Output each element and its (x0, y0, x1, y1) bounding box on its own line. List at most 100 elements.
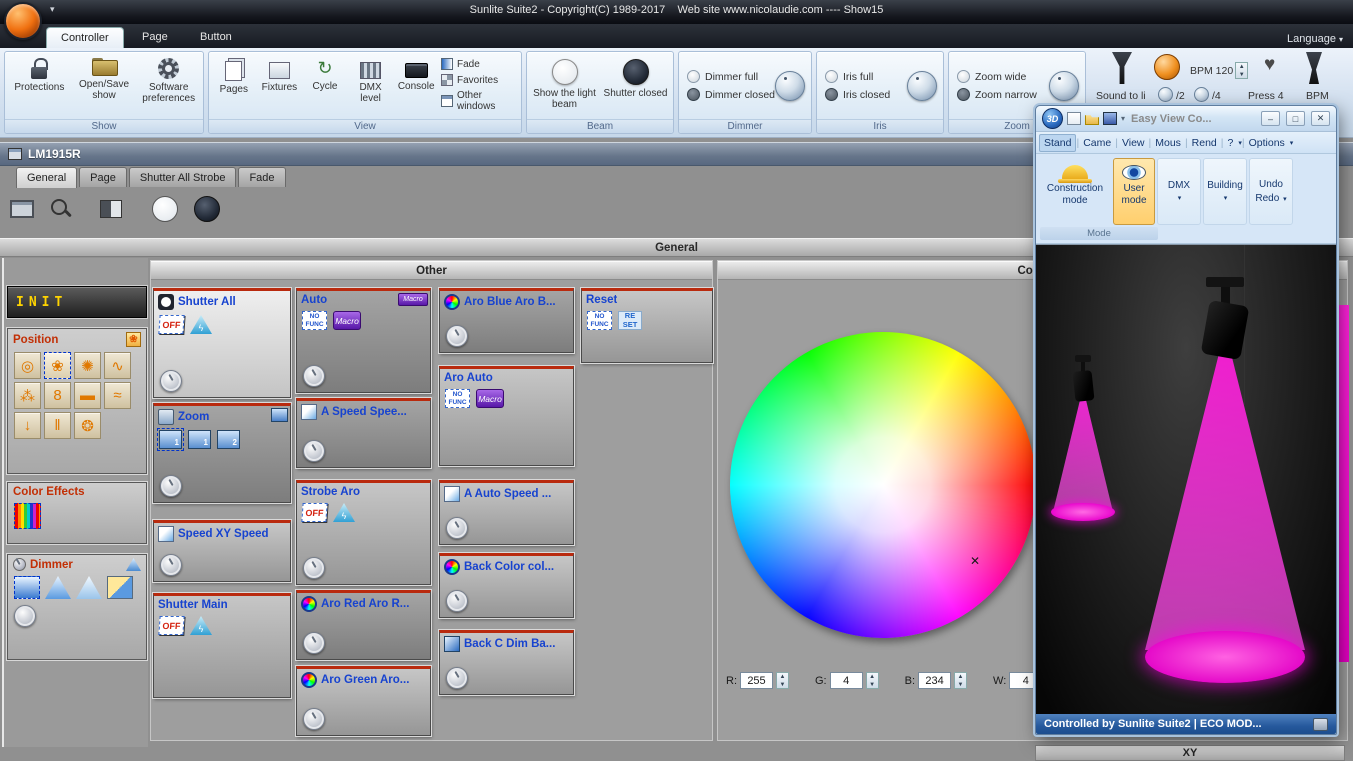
dial-knob[interactable] (160, 554, 182, 576)
zoom-wide-button[interactable]: Zoom wide (957, 70, 1049, 83)
gobo-dash-icon[interactable]: ▬ (74, 382, 101, 409)
tab-page[interactable]: Page (128, 27, 182, 48)
tab-button[interactable]: Button (186, 27, 246, 48)
iris-full-button[interactable]: Iris full (825, 70, 907, 83)
scene-button-reset[interactable]: Reset NO FUNC RE SET (581, 288, 713, 363)
toolbar-arrow-icon[interactable]: ▾ (1121, 114, 1125, 123)
div2-knob[interactable] (1158, 87, 1173, 102)
pages-button[interactable]: Pages (211, 54, 257, 117)
iris-knob[interactable] (907, 70, 937, 101)
quick-access-arrow-icon[interactable]: ▾ (50, 4, 55, 15)
other-windows-menu-item[interactable]: Other windows (440, 90, 517, 112)
close-button[interactable]: ✕ (1311, 111, 1330, 126)
dial-knob[interactable] (160, 475, 182, 497)
shutter-closed-button[interactable]: Shutter closed (600, 54, 671, 117)
scene-button-zoom[interactable]: Zoom 1 1 2 (153, 403, 291, 503)
gobo-waves-icon[interactable]: ≈ (104, 382, 131, 409)
scene-button-auto[interactable]: Auto Macro NO FUNC Macro (296, 288, 431, 393)
zoom-knob[interactable] (1049, 70, 1079, 101)
easy-view-title-bar[interactable]: 3D ▾ Easy View Co... – □ ✕ (1036, 106, 1336, 132)
gobo-flower-icon[interactable]: ❀ (44, 352, 71, 379)
red-spinner[interactable]: ▲ ▼ (776, 672, 789, 689)
zoom-narrow-button[interactable]: Zoom narrow (957, 88, 1049, 101)
software-preferences-button[interactable]: Software preferences (136, 54, 201, 117)
magenta-palette-strip[interactable] (1338, 305, 1349, 662)
dial-knob[interactable] (446, 590, 468, 612)
dmx-dropdown-button[interactable]: DMX ▾ (1157, 158, 1201, 225)
scene-button-aro-red[interactable]: Aro Red Aro R... (296, 590, 431, 660)
menu-standard[interactable]: Stand (1039, 133, 1077, 152)
dimmer-mixed-icon[interactable] (107, 576, 133, 599)
press-label[interactable]: Press 4 (1248, 90, 1284, 102)
gobo-rings-icon[interactable]: ◎ (14, 352, 41, 379)
protections-button[interactable]: Protections (7, 54, 72, 117)
save-icon[interactable] (1103, 112, 1117, 125)
maximize-button[interactable]: □ (1286, 111, 1305, 126)
fade-menu-item[interactable]: Fade (440, 58, 517, 70)
scene-button-back-color[interactable]: Back Color col... (439, 553, 574, 618)
scene-button-back-c-dim[interactable]: Back C Dim Ba... (439, 630, 574, 695)
beam-off-circle-button[interactable] (194, 196, 220, 222)
tab-general[interactable]: General (16, 167, 78, 188)
green-spinner[interactable]: ▲ ▼ (865, 672, 879, 689)
tab-controller[interactable]: Controller (46, 27, 124, 48)
dimmer-ramp-soft-icon[interactable] (76, 576, 102, 599)
application-menu-orb[interactable] (4, 2, 42, 40)
dial-knob[interactable] (303, 557, 325, 579)
rainbow-effect-icon[interactable] (14, 503, 41, 529)
dial-knob[interactable] (160, 370, 182, 392)
menu-view[interactable]: View (1118, 135, 1149, 151)
scene-button-shutter-main[interactable]: Shutter Main OFF ϟ (153, 593, 291, 698)
green-value-input[interactable]: 4 (829, 672, 863, 689)
init-button[interactable]: INIT (7, 286, 147, 318)
construction-mode-button[interactable]: Construction mode (1039, 158, 1111, 225)
heart-beat-icon[interactable]: ♥ (1264, 54, 1275, 76)
user-mode-button[interactable]: User mode (1113, 158, 1155, 225)
magnifier-icon[interactable] (50, 198, 72, 220)
bpm-knob[interactable] (1154, 54, 1180, 80)
dmx-level-button[interactable]: DMX level (348, 54, 394, 117)
fixtures-button[interactable]: Fixtures (257, 54, 303, 117)
blue-value-input[interactable]: 234 (918, 672, 952, 689)
gobo-eight-icon[interactable]: 8 (44, 382, 71, 409)
red-value-input[interactable]: 255 (740, 672, 773, 689)
new-document-icon[interactable] (1067, 112, 1081, 125)
menu-help[interactable]: ? (1224, 135, 1238, 151)
gobo-shell-icon[interactable]: ❂ (74, 412, 101, 439)
3d-viewport[interactable] (1036, 244, 1336, 714)
beam-on-circle-button[interactable] (152, 196, 178, 222)
menu-options[interactable]: Options (1245, 135, 1289, 151)
scene-button-aro-green[interactable]: Aro Green Aro... (296, 666, 431, 736)
open-save-show-button[interactable]: Open/Save show (72, 54, 137, 117)
favorites-menu-item[interactable]: Favorites (440, 74, 517, 86)
split-view-icon[interactable] (100, 200, 122, 218)
scene-button-aro-auto[interactable]: Aro Auto NO FUNC Macro (439, 366, 574, 466)
dial-knob[interactable] (303, 440, 325, 462)
scene-button-shutter-all[interactable]: Shutter All OFF ϟ (153, 288, 291, 398)
gobo-swirl-icon[interactable]: ✺ (74, 352, 101, 379)
gobo-bars-icon[interactable]: ‖ (44, 412, 71, 439)
dial-knob[interactable] (303, 708, 325, 730)
gobo-double-spiral-icon[interactable]: ⁂ (14, 382, 41, 409)
scene-button-strobe-aro[interactable]: Strobe Aro OFF ϟ (296, 480, 431, 585)
bpm-spinner[interactable]: ▲ ▼ (1235, 62, 1249, 79)
scene-button-a-auto-speed[interactable]: A Auto Speed ... (439, 480, 574, 545)
tab-shutter-all-strobe[interactable]: Shutter All Strobe (128, 167, 237, 187)
show-light-beam-button[interactable]: Show the light beam (529, 54, 600, 117)
dimmer-full-button[interactable]: Dimmer full (687, 70, 775, 83)
dial-knob[interactable] (446, 325, 468, 347)
gobo-arrow-icon[interactable]: ↓ (14, 412, 41, 439)
color-wheel-picker[interactable] (730, 332, 1036, 638)
menu-camera[interactable]: Came (1079, 135, 1115, 151)
dial-knob[interactable] (446, 667, 468, 689)
language-menu[interactable]: Language ▾ (1287, 33, 1343, 45)
tab-fade[interactable]: Fade (238, 167, 286, 187)
tab-page2[interactable]: Page (79, 167, 127, 187)
menu-render[interactable]: Rend (1188, 135, 1221, 151)
monitor-icon[interactable] (10, 200, 34, 218)
gobo-squiggle-icon[interactable]: ∿ (104, 352, 131, 379)
sound-to-light-label[interactable]: Sound to li (1096, 90, 1146, 102)
dimmer-dial-knob[interactable] (14, 605, 36, 627)
blue-spinner[interactable]: ▲ ▼ (954, 672, 968, 689)
dimmer-ramp-up-icon[interactable] (45, 576, 71, 599)
